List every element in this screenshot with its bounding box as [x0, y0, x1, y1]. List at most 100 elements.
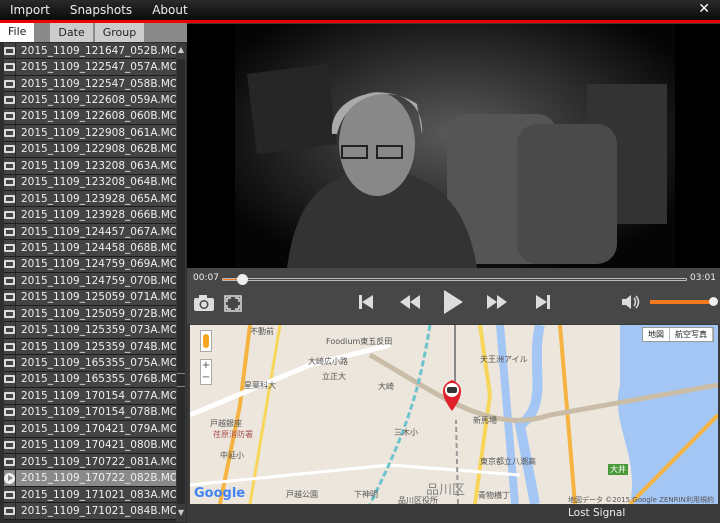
map-view[interactable]: 不動前 戸越銀座 大崎広小路 立正大 大崎 品川区 新馬場 天王洲アイル 大井 … [190, 325, 718, 504]
file-row[interactable]: 2015_1109_124457_067A.MOV [4, 223, 185, 241]
close-icon[interactable]: ✕ [698, 1, 710, 17]
gps-status: Lost Signal [568, 507, 626, 519]
file-row[interactable]: 2015_1109_124458_068B.MOV [4, 240, 185, 257]
scroll-grip [177, 373, 185, 387]
file-row[interactable]: 2015_1109_124759_069A.MOV [4, 256, 185, 274]
file-list: 2015_1109_121647_052B.MOV 2015_1109_12254… [4, 43, 185, 521]
video-file-icon [4, 359, 15, 368]
video-file-icon [4, 211, 15, 220]
file-name: 2015_1109_123208_063A.MOV [21, 159, 185, 172]
zoom-out-button[interactable]: − [201, 372, 211, 384]
file-row[interactable]: 2015_1109_125359_074B.MOV [4, 338, 185, 356]
file-row[interactable]: 2015_1109_170421_080B.MOV [4, 437, 185, 454]
file-row[interactable]: 2015_1109_165355_075A.MOV [4, 355, 185, 372]
file-row[interactable]: 2015_1109_122908_061A.MOV [4, 125, 185, 142]
file-name: 2015_1109_165355_075A.MOV [21, 357, 185, 370]
file-row[interactable]: 2015_1109_170722_082B.MOV [4, 470, 185, 487]
file-name: 2015_1109_170154_077A.MOV [21, 389, 185, 402]
video-file-icon [4, 145, 15, 154]
video-file-icon [4, 96, 15, 105]
file-row[interactable]: 2015_1109_165355_076B.MOV [4, 371, 185, 389]
snapshot-camera-icon[interactable] [193, 294, 215, 312]
file-row[interactable]: 2015_1109_123208_063A.MOV [4, 158, 185, 175]
tab-file[interactable]: File [0, 23, 35, 42]
file-row[interactable]: 2015_1109_171021_084B.MOV [4, 503, 185, 520]
video-file-icon [4, 457, 15, 466]
menu-about[interactable]: About [142, 3, 197, 17]
current-time: 00:07 [193, 273, 219, 283]
file-name: 2015_1109_170154_078B.MOV [21, 406, 186, 419]
file-name: 2015_1109_122547_058B.MOV [21, 77, 186, 90]
volume-slider[interactable] [650, 297, 718, 306]
file-name: 2015_1109_125059_071A.MOV [21, 291, 185, 304]
video-file-icon [4, 408, 15, 417]
seek-handle[interactable] [236, 274, 248, 285]
file-name: 2015_1109_125359_074B.MOV [21, 340, 186, 353]
skip-next-icon[interactable] [534, 292, 552, 312]
menu-import[interactable]: Import [0, 3, 60, 17]
video-file-icon [4, 227, 15, 236]
file-name: 2015_1109_170722_081A.MOV [21, 455, 185, 468]
video-file-icon [4, 161, 15, 170]
map-type-toggle: 地図 航空写真 [642, 327, 714, 342]
volume-handle[interactable] [709, 297, 718, 306]
map-type-map[interactable]: 地図 [643, 328, 670, 341]
video-file-icon [4, 260, 15, 269]
file-name: 2015_1109_122908_061A.MOV [21, 126, 185, 139]
player-controls: 00:07 03:01 [187, 268, 720, 324]
file-row[interactable]: 2015_1109_123208_064B.MOV [4, 174, 185, 191]
video-frame [187, 24, 720, 268]
video-file-icon [4, 63, 15, 72]
file-row[interactable]: 2015_1109_122908_062B.MOV [4, 141, 185, 159]
tab-group[interactable]: Group [94, 23, 145, 42]
file-row[interactable]: 2015_1109_171021_083A.MOV [4, 486, 185, 504]
video-view[interactable] [187, 24, 720, 268]
file-name: 2015_1109_122908_062B.MOV [21, 143, 186, 156]
file-row[interactable]: 2015_1109_122608_060B.MOV [4, 108, 185, 126]
file-row[interactable]: 2015_1109_170154_078B.MOV [4, 404, 185, 422]
file-row[interactable]: 2015_1109_122547_057A.MOV [4, 59, 185, 76]
file-row[interactable]: 2015_1109_121647_052B.MOV [4, 43, 185, 60]
scrollbar[interactable]: ▲ ▼ [176, 43, 186, 522]
scroll-thumb[interactable] [177, 59, 185, 504]
volume-icon[interactable] [620, 293, 640, 311]
status-bar: Lost Signal [187, 505, 720, 523]
file-row[interactable]: 2015_1109_122547_058B.MOV [4, 75, 185, 93]
file-row[interactable]: 2015_1109_122608_059A.MOV [4, 92, 185, 109]
file-name: 2015_1109_165355_076B.MOV [21, 373, 186, 386]
file-row[interactable]: 2015_1109_124759_070B.MOV [4, 273, 185, 290]
zoom-in-button[interactable]: + [201, 360, 211, 372]
map-type-satellite[interactable]: 航空写真 [670, 328, 713, 341]
file-name: 2015_1109_170421_080B.MOV [21, 439, 186, 452]
file-row[interactable]: 2015_1109_123928_065A.MOV [4, 190, 185, 208]
total-time: 03:01 [690, 273, 716, 283]
file-name: 2015_1109_122608_060B.MOV [21, 110, 186, 123]
menu-snapshots[interactable]: Snapshots [60, 3, 142, 17]
street-view-pegman-icon[interactable] [200, 330, 212, 352]
video-file-icon [4, 309, 15, 318]
scroll-down-icon[interactable]: ▼ [176, 508, 186, 520]
fullscreen-icon[interactable] [224, 295, 242, 312]
file-row[interactable]: 2015_1109_123928_066B.MOV [4, 207, 185, 224]
video-file-icon [4, 293, 15, 302]
file-row[interactable]: 2015_1109_170154_077A.MOV [4, 388, 185, 405]
playing-icon [4, 472, 15, 484]
file-panel: File Date Group 2015_1109_121647_052B.MO… [0, 23, 187, 523]
play-icon[interactable] [441, 288, 465, 316]
file-row[interactable]: 2015_1109_170421_079A.MOV [4, 421, 185, 438]
map-terms-link[interactable]: 利用規約 [686, 495, 714, 504]
skip-previous-icon[interactable] [357, 292, 375, 312]
scroll-up-icon[interactable]: ▲ [176, 45, 186, 57]
file-row[interactable]: 2015_1109_125059_071A.MOV [4, 289, 185, 306]
file-row[interactable]: 2015_1109_170722_081A.MOV [4, 453, 185, 471]
file-row[interactable]: 2015_1109_125359_073A.MOV [4, 322, 185, 339]
seek-bar[interactable] [222, 274, 687, 285]
video-file-icon [4, 490, 15, 499]
fast-forward-icon[interactable] [485, 292, 509, 312]
menu-bar: Import Snapshots About ✕ [0, 0, 720, 20]
map-attribution: 地図データ ©2015 Google ZENRIN [568, 496, 686, 504]
tab-date[interactable]: Date [50, 23, 93, 42]
video-file-icon [4, 441, 15, 450]
file-row[interactable]: 2015_1109_125059_072B.MOV [4, 306, 185, 323]
rewind-icon[interactable] [398, 292, 422, 312]
